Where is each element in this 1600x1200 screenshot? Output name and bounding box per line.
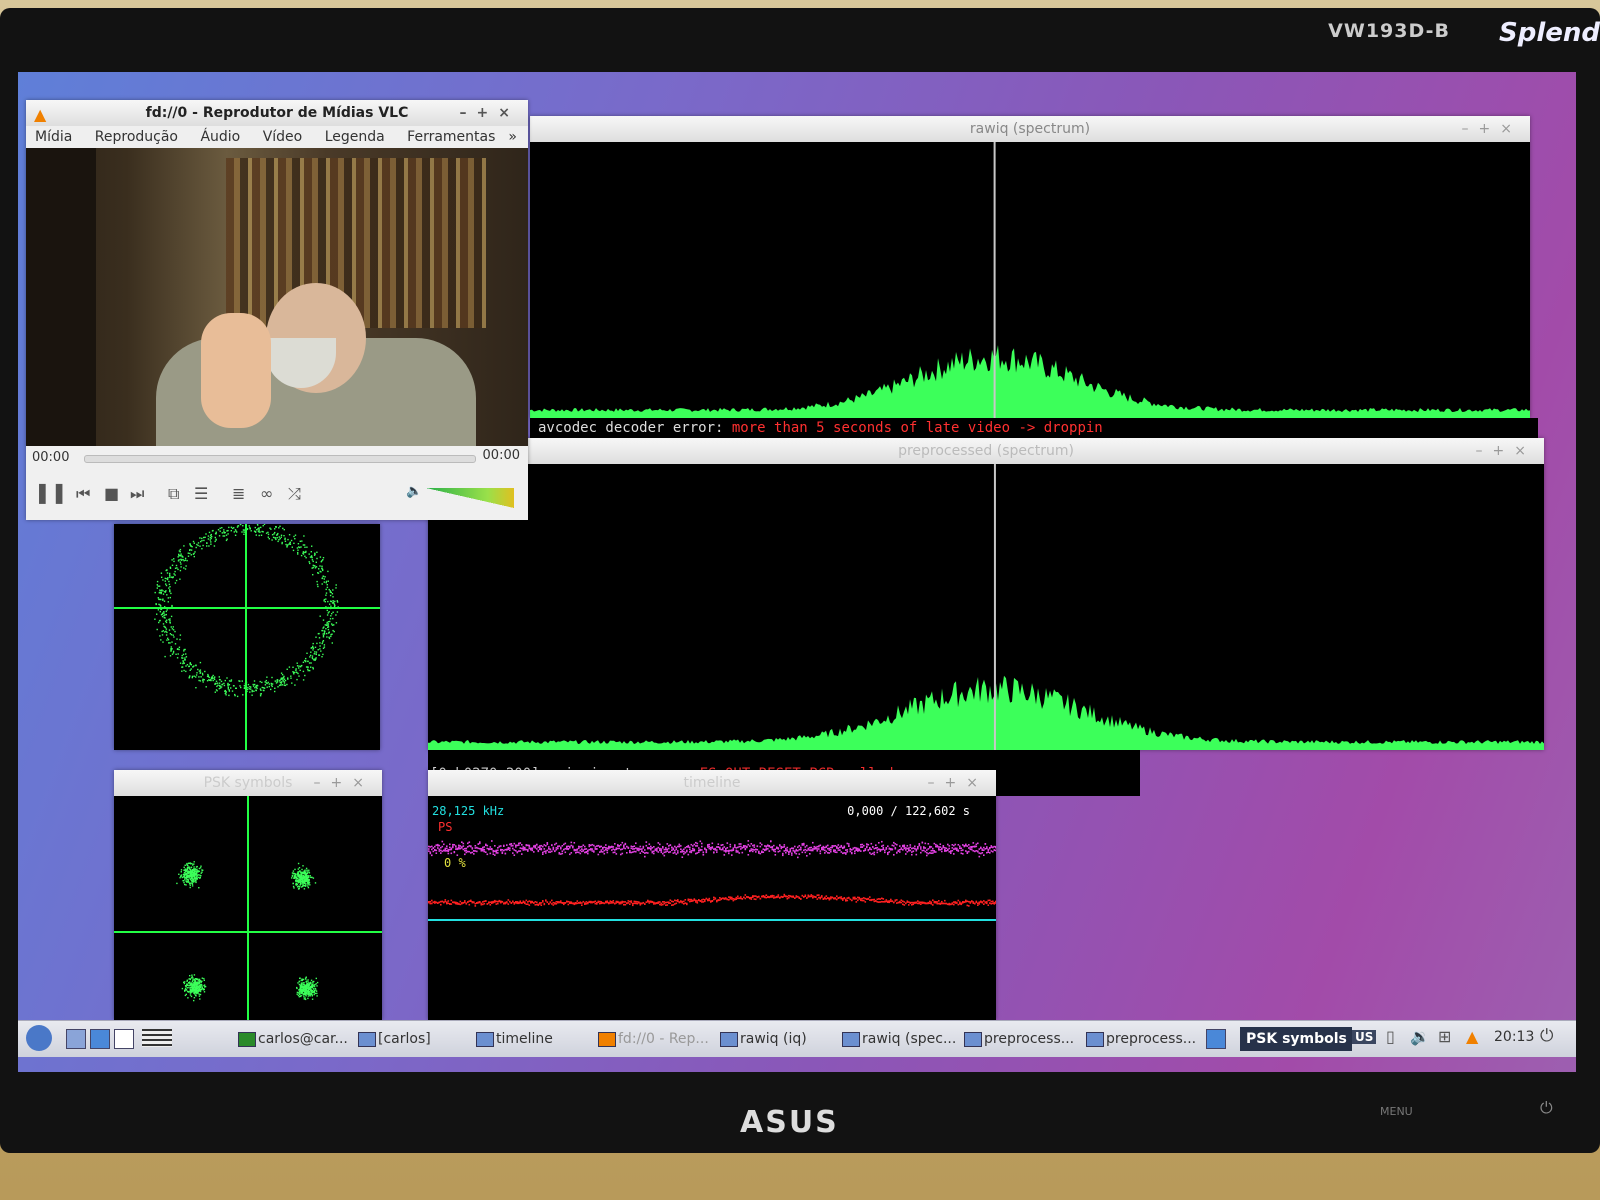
vlc-video-area[interactable] <box>26 148 528 446</box>
task-rawiq-spectrum[interactable]: rawiq (spec... <box>840 1027 974 1051</box>
console-line-1: avcodec decoder error: more than 5 secon… <box>530 418 1538 438</box>
timeline-svg <box>428 840 996 921</box>
vlc-title: fd://0 - Reprodutor de Mídias VLC <box>145 105 409 121</box>
task-timeline[interactable]: timeline <box>474 1027 608 1051</box>
task-psk-icon <box>1206 1029 1226 1049</box>
time-total: 00:00 <box>482 448 520 463</box>
preprocessed-spectrum-titlebar[interactable]: preprocessed (spectrum) –+× <box>428 438 1544 464</box>
taskbar: carlos@car... [carlos] timeline fd://0 -… <box>18 1020 1576 1057</box>
task-vlc[interactable]: fd://0 - Rep... <box>596 1027 728 1051</box>
menu-overflow-icon[interactable]: » <box>508 126 517 148</box>
desktop-icon[interactable] <box>114 1029 134 1049</box>
file-manager-icon[interactable] <box>66 1029 86 1049</box>
rawiq-spectrum-window[interactable]: rawiq (spectrum) –+× <box>530 116 1530 418</box>
task-preprocessed-2[interactable]: preprocess... <box>1084 1027 1218 1051</box>
rawiq-spectrum-titlebar[interactable]: rawiq (spectrum) –+× <box>530 116 1530 142</box>
fullscreen-icon[interactable]: ⧉ <box>168 484 179 504</box>
browser-icon[interactable] <box>90 1029 110 1049</box>
timeline-title: timeline <box>683 775 741 791</box>
monitor-menu-label: MENU <box>1380 1105 1413 1118</box>
spectrum-trace <box>530 345 1530 418</box>
preprocessed-spectrum-svg <box>428 464 1544 750</box>
vlc-tray-icon[interactable]: ▲ <box>1466 1027 1478 1046</box>
rawiq-iq-window[interactable] <box>114 520 380 750</box>
timeline-time: 0,000 / 122,602 s <box>847 804 970 818</box>
vlc-controls: 00:00 00:00 ❚❚ ⏮ ■ ⏭ ⧉ ☰ ≣ ∞ ⤮ 🔈 <box>26 446 528 520</box>
preprocessed-spectrum-title: preprocessed (spectrum) <box>898 443 1074 459</box>
task-carlos[interactable]: [carlos] <box>356 1027 488 1051</box>
menu-video[interactable]: Vídeo <box>263 129 303 145</box>
console-1-error: more than 5 seconds of late video -> dro… <box>731 420 1103 436</box>
rawiq-iq-plot <box>114 520 380 750</box>
clock: 20:13 <box>1494 1029 1535 1045</box>
preprocessed-spectrum-window[interactable]: preprocessed (spectrum) –+× <box>428 438 1544 750</box>
menu-reproducao[interactable]: Reprodução <box>95 129 178 145</box>
volume-slider[interactable] <box>426 488 514 508</box>
monitor-splendid-logo: Splend <box>1498 18 1600 48</box>
next-icon[interactable]: ⏭ <box>130 484 144 504</box>
timeline-magenta-trace <box>428 840 996 859</box>
monitor-model: VW193D-B <box>1328 20 1450 42</box>
window-controls-icon[interactable]: –+× <box>314 770 374 796</box>
task-terminal[interactable]: carlos@car... <box>236 1027 368 1051</box>
task-psk-symbols[interactable]: PSK symbols <box>1240 1027 1352 1051</box>
window-controls-icon[interactable]: –+× <box>1476 438 1536 464</box>
rawiq-spectrum-svg <box>530 142 1530 418</box>
network-icon[interactable]: ⊞ <box>1438 1027 1451 1046</box>
timeline-window[interactable]: timeline –+× 28,125 kHz PS 0 % 0,000 / 1… <box>428 770 996 1020</box>
time-elapsed: 00:00 <box>32 450 70 465</box>
monitor-brand: ASUS <box>740 1105 839 1140</box>
menu-midia[interactable]: Mídia <box>35 129 72 145</box>
menu-legenda[interactable]: Legenda <box>325 129 385 145</box>
shutdown-icon[interactable]: ⏻ <box>1540 1026 1553 1046</box>
video-left-wall <box>26 148 96 446</box>
window-controls-icon[interactable]: –+× <box>1462 116 1522 142</box>
console-1-prefix: avcodec decoder error: <box>538 420 732 436</box>
shuffle-icon[interactable]: ⤮ <box>288 484 301 504</box>
rawiq-spectrum-title: rawiq (spectrum) <box>969 121 1091 137</box>
window-controls-icon[interactable]: –+× <box>928 770 988 796</box>
timeline-red-trace <box>428 893 996 907</box>
screen: rawiq (spectrum) –+× avcodec decoder err… <box>18 72 1576 1072</box>
timeline-label-red: PS <box>438 820 453 834</box>
task-rawiq-iq[interactable]: rawiq (iq) <box>718 1027 852 1051</box>
loop-icon[interactable]: ∞ <box>260 484 273 503</box>
psk-symbols-plot <box>114 796 382 1020</box>
start-menu-icon[interactable] <box>26 1025 52 1051</box>
preprocessed-spectrum-plot <box>428 464 1544 750</box>
volume-tray-icon[interactable]: 🔉 <box>1410 1027 1430 1046</box>
seek-bar[interactable] <box>84 455 476 463</box>
battery-icon[interactable]: ▯ <box>1386 1027 1395 1046</box>
menu-ferramentas[interactable]: Ferramentas <box>407 129 495 145</box>
task-preprocessed-1[interactable]: preprocess... <box>962 1027 1096 1051</box>
keyboard-layout[interactable]: US <box>1352 1030 1377 1044</box>
video-thumb-hand <box>201 313 271 428</box>
timeline-titlebar[interactable]: timeline –+× <box>428 770 996 796</box>
timeline-freq: 28,125 kHz <box>432 804 505 818</box>
timeline-label-pct: 0 % <box>444 856 466 870</box>
vlc-cone-icon: ▲ <box>34 105 47 124</box>
spectrum-trace <box>428 675 1544 750</box>
stop-icon[interactable]: ■ <box>104 484 119 503</box>
vlc-titlebar[interactable]: ▲ fd://0 - Reprodutor de Mídias VLC –+× <box>26 100 528 126</box>
psk-symbols-titlebar[interactable]: PSK symbols –+× <box>114 770 382 796</box>
previous-icon[interactable]: ⏮ <box>76 484 90 504</box>
psk-symbols-title: PSK symbols <box>203 775 293 791</box>
window-controls-icon[interactable]: –+× <box>460 100 520 126</box>
power-icon[interactable]: ⏻ <box>1540 1098 1553 1118</box>
workspace-switcher-icon[interactable] <box>142 1029 172 1047</box>
pause-icon[interactable]: ❚❚ <box>34 480 68 504</box>
psk-symbols-svg <box>114 796 382 1020</box>
vlc-menubar: Mídia Reprodução Áudio Vídeo Legenda Fer… <box>26 126 528 148</box>
video-bookshelf <box>226 158 486 328</box>
vlc-window[interactable]: ▲ fd://0 - Reprodutor de Mídias VLC –+× … <box>26 100 528 520</box>
psk-symbols-window[interactable]: PSK symbols –+× <box>114 770 382 1020</box>
playlist-icon[interactable]: ≣ <box>232 484 245 503</box>
menu-audio[interactable]: Áudio <box>200 129 240 145</box>
equalizer-icon[interactable]: ☰ <box>194 484 208 503</box>
volume-icon[interactable]: 🔈 <box>406 484 422 499</box>
rawiq-spectrum-plot <box>530 142 1530 418</box>
timeline-plot: 28,125 kHz PS 0 % 0,000 / 122,602 s <box>428 796 996 1020</box>
